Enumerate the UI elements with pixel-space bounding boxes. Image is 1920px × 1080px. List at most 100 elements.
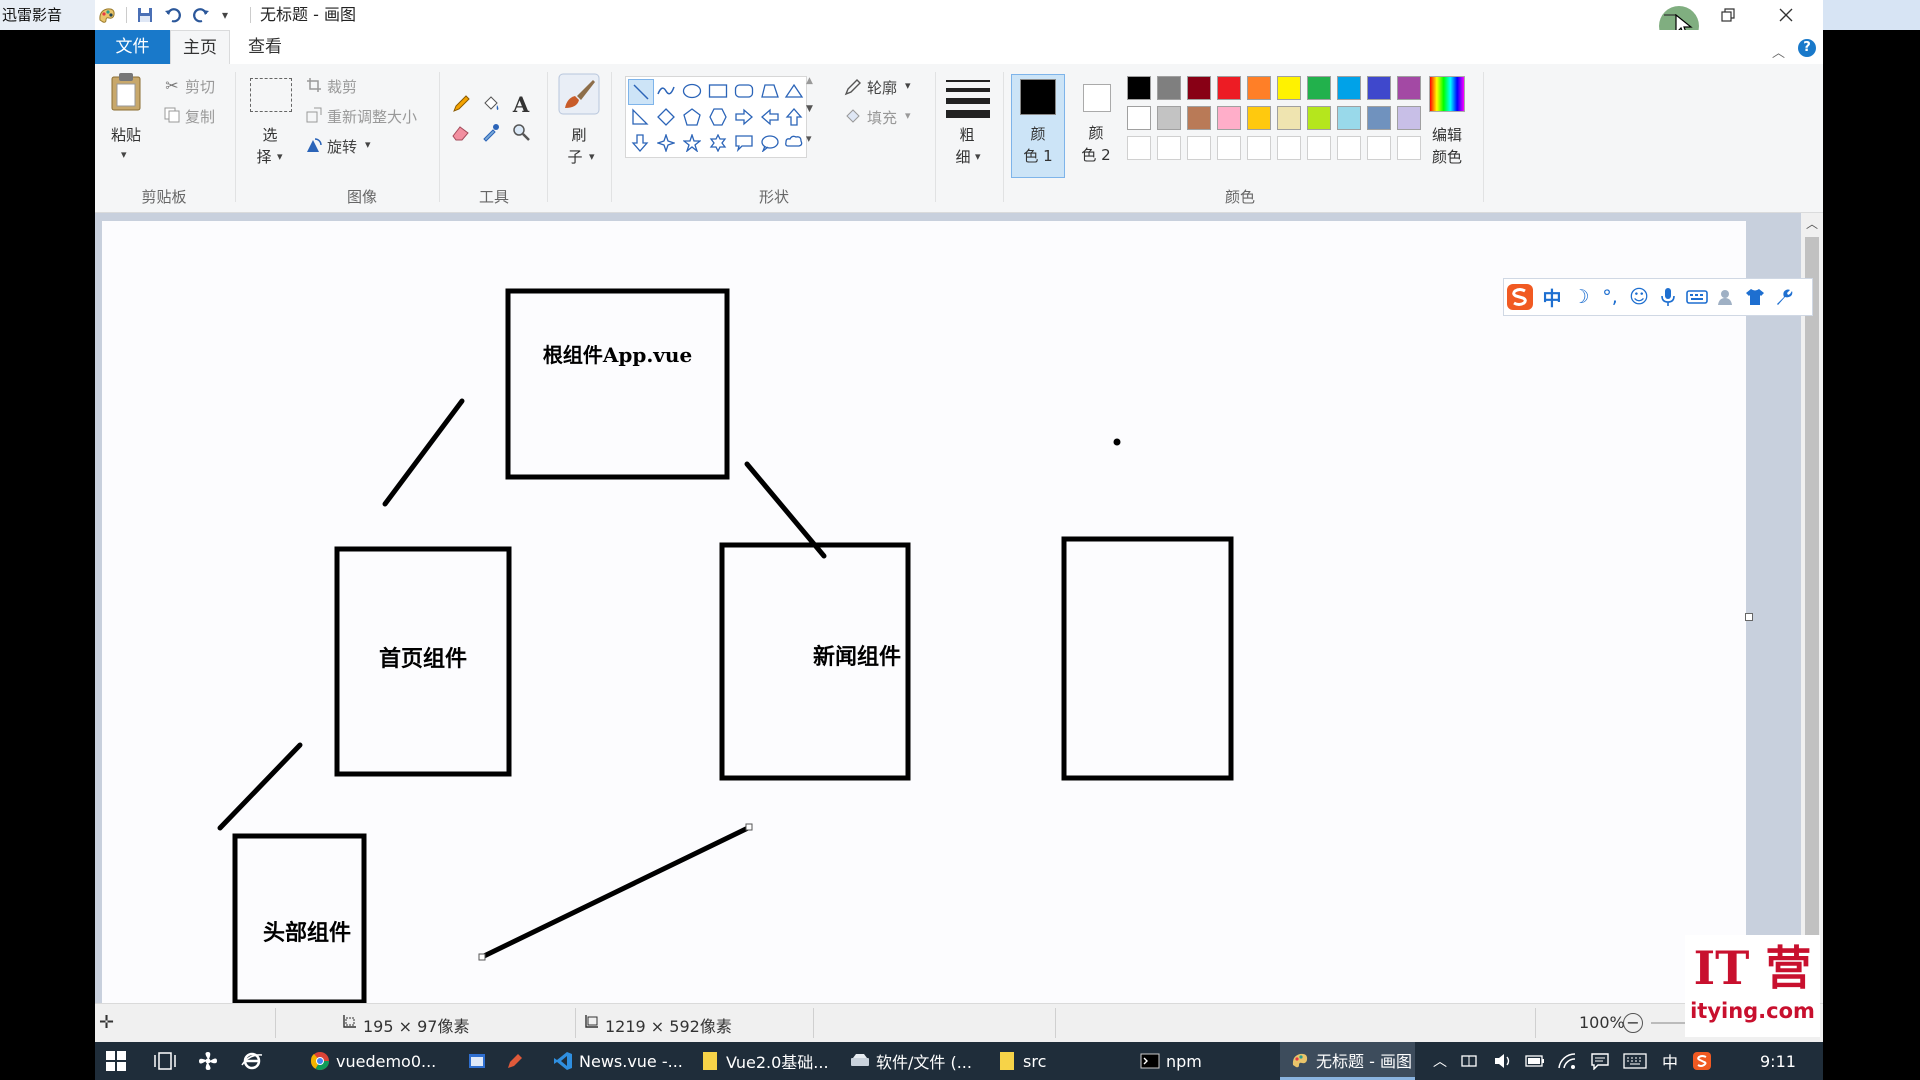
shape-line[interactable] [628, 79, 654, 105]
paste-label[interactable]: 粘贴 [103, 124, 149, 146]
size-label-top[interactable]: 粗 [945, 124, 989, 146]
scrollbar-thumb[interactable] [1805, 237, 1819, 953]
outline-dropdown-icon[interactable]: ▾ [905, 79, 911, 92]
palette-empty-swatch[interactable] [1217, 136, 1241, 160]
settings-wrench-icon[interactable] [1770, 283, 1798, 311]
size-dropdown-icon[interactable]: ▾ [975, 150, 981, 163]
shape-six-point-star[interactable] [706, 131, 730, 155]
paste-dropdown-icon[interactable]: ▾ [121, 148, 127, 161]
palette-color-swatch[interactable] [1127, 76, 1151, 100]
fill-dropdown-icon[interactable]: ▾ [905, 109, 911, 122]
taskbar-item-notes[interactable]: Vue2.0基础... [700, 1042, 829, 1080]
palette-color-swatch[interactable] [1277, 76, 1301, 100]
eraser-icon[interactable] [449, 120, 473, 144]
palette-color-swatch[interactable] [1397, 106, 1421, 130]
resize-label[interactable]: 重新调整大小 [327, 106, 417, 127]
cut-icon[interactable]: ✂ [163, 76, 181, 95]
color2-button[interactable]: 颜 色 2 [1071, 74, 1121, 178]
palette-empty-swatch[interactable] [1277, 136, 1301, 160]
rotate-label[interactable]: 旋转 [327, 136, 357, 157]
canvas-resize-handle[interactable] [1745, 613, 1753, 621]
palette-empty-swatch[interactable] [1337, 136, 1361, 160]
palette-empty-swatch[interactable] [1187, 136, 1211, 160]
shapes-scroll-up-icon[interactable]: ▲ [806, 76, 813, 86]
palette-empty-swatch[interactable] [1397, 136, 1421, 160]
taskbar-ime-language[interactable]: 中 [1662, 1042, 1678, 1080]
shape-five-point-star[interactable] [680, 131, 704, 155]
select-label-top[interactable]: 选 [247, 124, 293, 146]
palette-color-swatch[interactable] [1187, 76, 1211, 100]
shape-cloud-callout[interactable] [782, 131, 806, 155]
fill-label[interactable]: 填充 [867, 107, 897, 128]
tray-input-icon[interactable] [1460, 1042, 1478, 1080]
sogou-logo-icon[interactable] [1506, 283, 1534, 311]
sogou-tray-icon[interactable] [1692, 1042, 1712, 1080]
shape-oval[interactable] [680, 79, 704, 103]
show-hidden-icons[interactable]: ︿ [1433, 1042, 1447, 1080]
vertical-scrollbar[interactable]: ︿ [1801, 213, 1823, 1003]
shapes-scroll[interactable]: ▲ ▼ ▾ [806, 76, 818, 156]
undo-icon[interactable] [163, 5, 183, 25]
color1-button[interactable]: 颜 色 1 [1011, 74, 1065, 178]
customize-quick-access-icon[interactable]: ▾ [215, 5, 235, 25]
palette-color-swatch[interactable] [1277, 106, 1301, 130]
shape-rounded-rectangle[interactable] [732, 79, 756, 103]
taskbar-item-folder[interactable]: src [997, 1042, 1046, 1080]
magnifier-icon[interactable] [509, 120, 533, 144]
shape-hexagon[interactable] [706, 105, 730, 129]
palette-empty-swatch[interactable] [1307, 136, 1331, 160]
start-button[interactable] [105, 1042, 127, 1080]
fill-icon[interactable] [843, 107, 863, 127]
palette-color-swatch[interactable] [1367, 76, 1391, 100]
battery-icon[interactable] [1525, 1042, 1545, 1080]
outline-icon[interactable] [843, 77, 863, 97]
palette-color-swatch[interactable] [1247, 106, 1271, 130]
volume-icon[interactable] [1493, 1042, 1513, 1080]
clock[interactable]: 9:11 [1760, 1042, 1796, 1080]
taskbar-item-vscode[interactable]: News.vue -... [553, 1042, 683, 1080]
user-icon[interactable] [1712, 283, 1740, 311]
emoji-icon[interactable]: ☺ [1625, 283, 1653, 311]
resize-icon[interactable] [305, 106, 323, 124]
collapse-ribbon-icon[interactable]: ︿ [1772, 42, 1785, 61]
restore-button[interactable] [1698, 0, 1758, 30]
tab-view[interactable]: 查看 [235, 30, 295, 64]
palette-color-swatch[interactable] [1337, 76, 1361, 100]
line-size-icon[interactable] [946, 78, 990, 118]
palette-color-swatch[interactable] [1217, 106, 1241, 130]
cut-label[interactable]: 剪切 [185, 76, 215, 97]
scroll-up-icon[interactable]: ︿ [1806, 215, 1818, 232]
fan-app-icon[interactable] [197, 1042, 219, 1080]
shape-left-arrow[interactable] [758, 105, 782, 129]
close-button[interactable] [1756, 0, 1816, 30]
outline-label[interactable]: 轮廓 [867, 77, 897, 98]
punctuation-icon[interactable]: °, [1596, 283, 1624, 311]
touch-keyboard-icon[interactable] [1623, 1042, 1647, 1080]
copy-label[interactable]: 复制 [185, 106, 215, 127]
taskbar-item-paint[interactable]: 无标题 - 画图 [1280, 1042, 1415, 1080]
crop-icon[interactable] [305, 76, 323, 94]
palette-color-swatch[interactable] [1397, 76, 1421, 100]
palette-color-swatch[interactable] [1127, 106, 1151, 130]
palette-empty-swatch[interactable] [1367, 136, 1391, 160]
taskbar-item-chrome[interactable]: vuedemo0... [310, 1042, 436, 1080]
copy-icon[interactable] [163, 106, 181, 124]
shape-right-arrow[interactable] [732, 105, 756, 129]
skin-icon[interactable] [1741, 283, 1769, 311]
shape-four-point-star[interactable] [654, 131, 678, 155]
shape-diamond[interactable] [654, 105, 678, 129]
palette-color-swatch[interactable] [1247, 76, 1271, 100]
rotate-dropdown-icon[interactable]: ▾ [365, 138, 371, 151]
palette-color-swatch[interactable] [1187, 106, 1211, 130]
tab-file[interactable]: 文件 [95, 30, 170, 64]
shape-rounded-callout[interactable] [732, 131, 756, 155]
zoom-out-button[interactable]: − [1623, 1013, 1643, 1033]
edit-colors-icon[interactable] [1429, 76, 1465, 112]
shapes-scroll-down-icon[interactable]: ▼ [806, 104, 813, 114]
palette-color-swatch[interactable] [1307, 106, 1331, 130]
redo-icon[interactable] [191, 5, 211, 25]
microphone-icon[interactable] [1654, 283, 1682, 311]
shape-rectangle[interactable] [706, 79, 730, 103]
rotate-icon[interactable] [305, 136, 323, 154]
notification-icon[interactable] [1590, 1042, 1610, 1080]
